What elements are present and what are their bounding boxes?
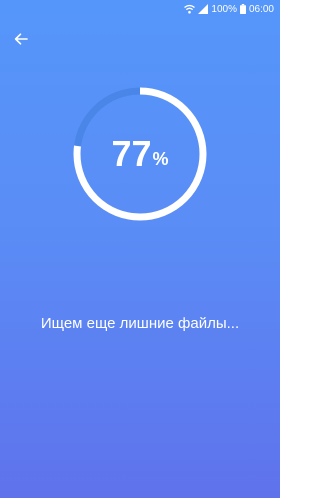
app-screen: 100% 06:00 77 % Ищем еще лишние файлы... — [0, 0, 280, 498]
back-button[interactable] — [10, 30, 32, 52]
progress-value: 77 % — [72, 86, 208, 222]
wifi-icon — [184, 4, 196, 14]
progress-number: 77 — [111, 133, 152, 174]
status-bar: 100% 06:00 — [0, 0, 280, 18]
signal-icon — [198, 4, 209, 14]
scan-status-message: Ищем еще лишние файлы... — [40, 315, 240, 332]
clock: 06:00 — [248, 3, 274, 15]
battery-icon — [239, 4, 246, 14]
battery-percent: 100% — [211, 3, 237, 15]
scan-progress-ring: 77 % — [72, 86, 208, 222]
progress-unit: % — [152, 148, 169, 169]
arrow-left-icon — [14, 32, 28, 50]
